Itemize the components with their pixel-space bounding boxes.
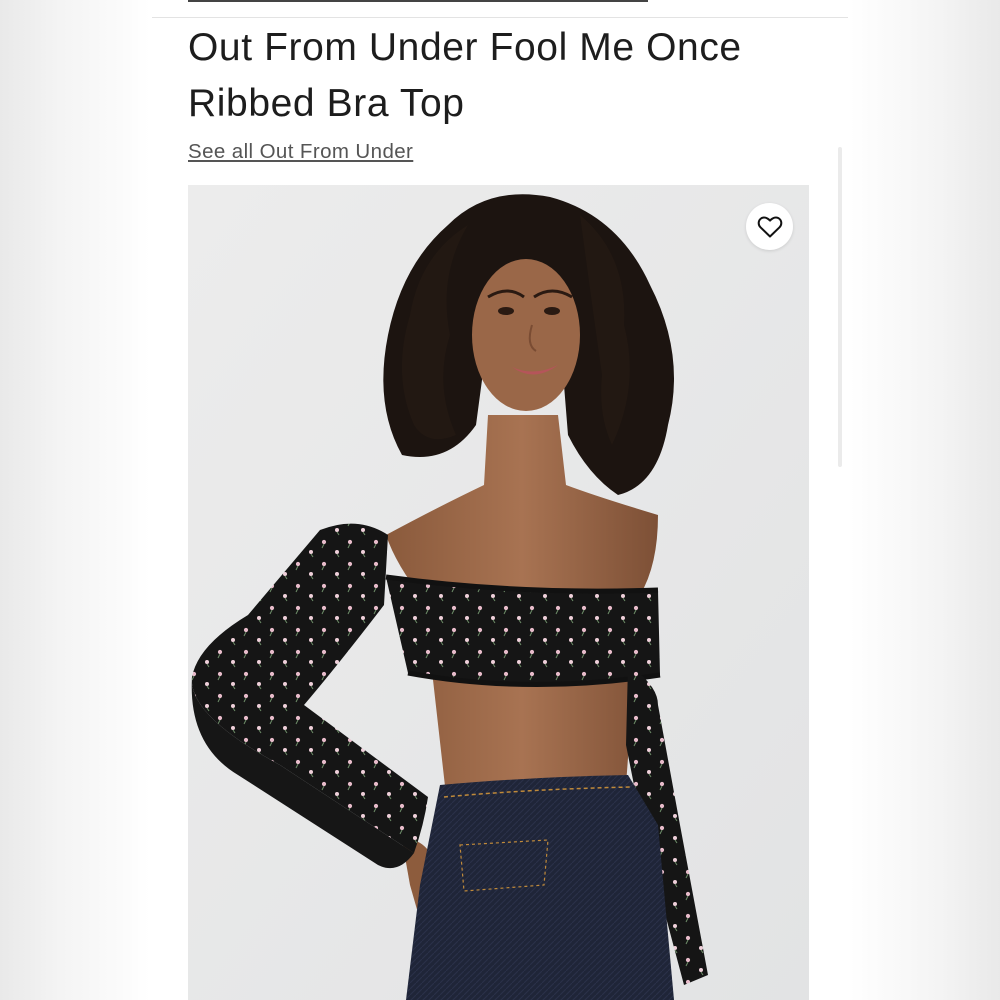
model-jeans xyxy=(406,775,674,1000)
product-image[interactable] xyxy=(188,185,809,1000)
wishlist-button[interactable] xyxy=(746,203,793,250)
see-all-brand-link[interactable]: See all Out From Under xyxy=(188,138,413,166)
heart-outline-icon xyxy=(757,216,782,237)
header-divider xyxy=(152,17,848,18)
product-title-line-1: Out From Under Fool Me Once xyxy=(188,26,742,69)
product-title-line-2: Ribbed Bra Top xyxy=(188,82,465,125)
product-title: Out From Under Fool Me Once Ribbed Bra T… xyxy=(188,20,808,132)
model-face xyxy=(472,259,580,411)
product-photo-illustration xyxy=(188,185,809,1000)
scroll-indicator[interactable] xyxy=(838,147,842,467)
top-bar-edge xyxy=(188,0,648,2)
product-page: Out From Under Fool Me Once Ribbed Bra T… xyxy=(152,0,848,1000)
